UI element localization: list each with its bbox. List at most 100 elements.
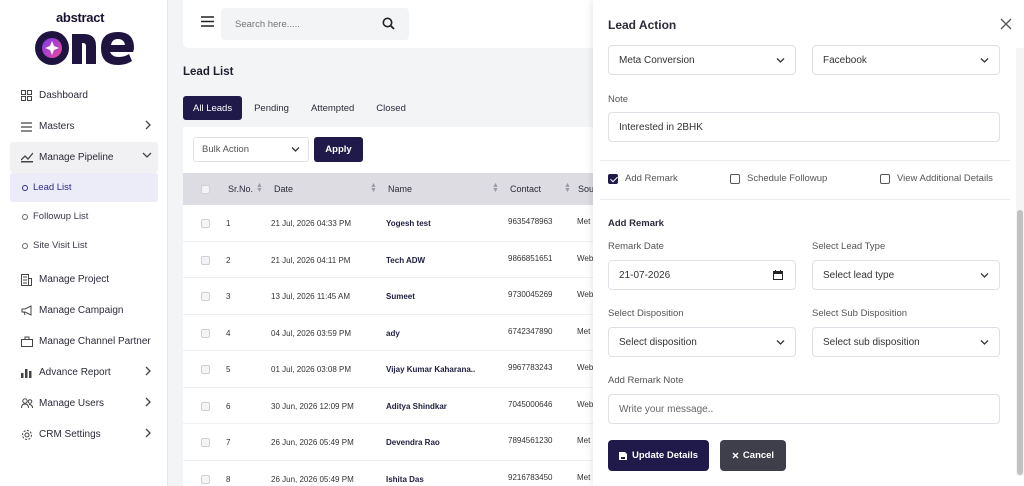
cell-name[interactable]: Sumeet: [386, 292, 415, 301]
cell-srno: 4: [226, 328, 231, 338]
select-all-checkbox[interactable]: [201, 185, 210, 194]
tab-attempted[interactable]: Attempted: [301, 96, 364, 120]
sidebar-subitem-followup-list[interactable]: Followup List: [10, 202, 158, 231]
table-row[interactable]: 7 26 Jun, 2026 05:49 PM Devendra Rao 789…: [183, 424, 603, 461]
cell-name[interactable]: Yogesh test: [386, 219, 431, 228]
cell-name[interactable]: Ishita Das: [386, 475, 424, 484]
table-row[interactable]: 1 21 Jul, 2026 04:33 PM Yogesh test 9635…: [183, 205, 603, 242]
platform-select[interactable]: Facebook: [812, 45, 1000, 75]
chevron-down-icon: [980, 338, 989, 349]
view-details-label: View Additional Details: [897, 173, 993, 184]
tab-pending[interactable]: Pending: [244, 96, 299, 120]
bulk-action-select[interactable]: Bulk Action: [193, 137, 309, 162]
sidebar-item-manage-pipeline[interactable]: Manage Pipeline: [10, 142, 158, 173]
column-header-srno[interactable]: Sr.No.: [228, 184, 253, 194]
search-input[interactable]: [221, 18, 371, 30]
apply-button[interactable]: Apply: [314, 137, 363, 162]
add-remark-checkbox[interactable]: Add Remark: [608, 173, 678, 184]
sidebar-item-manage-channel-partner[interactable]: Manage Channel Partner: [10, 326, 158, 357]
row-checkbox[interactable]: [201, 219, 210, 228]
action-options: Add Remark Schedule Followup View Additi…: [600, 160, 1010, 200]
sidebar-item-dashboard[interactable]: Dashboard: [10, 80, 158, 111]
gear-icon: [20, 428, 33, 441]
sidebar-item-crm-settings[interactable]: CRM Settings: [10, 419, 158, 450]
cell-name[interactable]: Devendra Rao: [386, 438, 440, 447]
search-icon[interactable]: [382, 17, 395, 33]
cell-contact: 6742347890: [508, 326, 553, 336]
row-checkbox[interactable]: [201, 474, 210, 484]
cell-srno: 8: [226, 474, 231, 484]
tab-closed[interactable]: Closed: [366, 96, 416, 120]
brand-big-text: [30, 14, 140, 81]
column-header-contact[interactable]: Contact: [510, 184, 541, 194]
sidebar-subitem-site-visit-list[interactable]: Site Visit List: [10, 231, 158, 260]
cell-contact: 9866851651: [508, 253, 553, 263]
sort-icon[interactable]: ▲ ▼: [370, 182, 377, 194]
lead-table-panel: Bulk Action Apply Sr.No. ▲ ▼ Date ▲ ▼ Name…: [183, 127, 603, 486]
cancel-button[interactable]: Cancel: [720, 440, 786, 471]
drawer-header: Lead Action: [593, 0, 1024, 50]
cell-name[interactable]: Aditya Shindkar: [386, 402, 447, 411]
sidebar-item-manage-users[interactable]: Manage Users: [10, 388, 158, 419]
row-checkbox[interactable]: [201, 365, 210, 374]
sidebar-item-masters[interactable]: Masters: [10, 111, 158, 142]
sidebar-item-label: Dashboard: [39, 90, 88, 101]
cell-source: Web: [577, 363, 594, 372]
cell-name[interactable]: Tech ADW: [386, 256, 425, 265]
lead-source-select[interactable]: Meta Conversion: [608, 45, 796, 75]
lead-type-select[interactable]: Select lead type: [812, 260, 1000, 290]
table-row[interactable]: 6 30 Jun, 2026 12:09 PM Aditya Shindkar …: [183, 388, 603, 424]
sidebar-item-label: Advance Report: [39, 367, 111, 378]
pipeline-icon: [20, 151, 33, 164]
lead-type-value: Select lead type: [823, 269, 895, 281]
row-checkbox[interactable]: [201, 255, 210, 265]
search-box: [221, 8, 409, 40]
drawer-scrollbar-thumb[interactable]: [1017, 210, 1023, 475]
chevron-right-icon: [144, 120, 152, 133]
sidebar-item-manage-project[interactable]: Manage Project: [10, 264, 158, 295]
sidebar-item-manage-campaign[interactable]: Manage Campaign: [10, 295, 158, 326]
sub-disposition-select[interactable]: Select sub disposition: [812, 327, 1000, 357]
calendar-icon[interactable]: [773, 270, 783, 283]
column-header-source[interactable]: Sou: [578, 184, 594, 194]
cell-srno: 2: [226, 255, 231, 265]
disposition-select[interactable]: Select disposition: [608, 327, 796, 357]
table-row[interactable]: 2 21 Jul, 2026 04:11 PM Tech ADW 9866851…: [183, 242, 603, 278]
users-icon: [20, 397, 33, 410]
update-details-button[interactable]: Update Details: [608, 440, 709, 471]
note-field[interactable]: Interested in 2BHK: [608, 112, 1000, 142]
lead-action-drawer: Lead Action Meta Conversion Facebook Not…: [593, 0, 1024, 486]
sort-icon[interactable]: ▲ ▼: [564, 182, 571, 194]
remark-note-field[interactable]: Write your message..: [608, 394, 1000, 424]
sidebar-subitem-lead-list[interactable]: Lead List: [10, 173, 158, 202]
column-header-name[interactable]: Name: [388, 184, 412, 194]
row-checkbox[interactable]: [201, 401, 210, 411]
remark-date-input[interactable]: 21-07-2026: [608, 260, 796, 290]
table-row[interactable]: 5 01 Jul, 2026 03:08 PM Vijay Kumar Kaha…: [183, 351, 603, 388]
row-checkbox[interactable]: [201, 438, 210, 447]
view-details-checkbox[interactable]: View Additional Details: [880, 173, 993, 184]
table-row[interactable]: 8 26 Jun, 2026 05:49 PM Ishita Das 92167…: [183, 461, 603, 486]
platform-value: Facebook: [823, 54, 867, 66]
sidebar-item-label: Manage Users: [39, 398, 105, 409]
row-checkbox[interactable]: [201, 292, 210, 301]
close-icon[interactable]: [1000, 18, 1012, 33]
table-row[interactable]: 4 04 Jul, 2026 03:59 PM ady 6742347890 M…: [183, 315, 603, 351]
cell-source: Web: [577, 290, 594, 299]
checkbox-icon: [730, 173, 740, 184]
brand-logo[interactable]: abstract: [30, 8, 140, 65]
column-header-date[interactable]: Date: [274, 184, 293, 194]
sidebar-item-label: Manage Channel Partner: [39, 336, 151, 347]
save-icon: [619, 451, 627, 460]
schedule-followup-checkbox[interactable]: Schedule Followup: [730, 173, 827, 184]
row-checkbox[interactable]: [201, 328, 210, 338]
cell-name[interactable]: Vijay Kumar Kaharana..: [386, 365, 475, 374]
table-row[interactable]: 3 13 Jul, 2026 11:45 AM Sumeet 973004526…: [183, 278, 603, 315]
tab-all-leads[interactable]: All Leads: [183, 96, 243, 120]
sidebar-item-advance-report[interactable]: Advance Report: [10, 357, 158, 388]
sort-icon[interactable]: ▲ ▼: [256, 182, 263, 194]
cell-source: Met: [577, 326, 591, 336]
cell-name[interactable]: ady: [386, 329, 400, 338]
menu-icon[interactable]: [201, 16, 214, 30]
sort-icon[interactable]: ▲ ▼: [492, 182, 499, 194]
